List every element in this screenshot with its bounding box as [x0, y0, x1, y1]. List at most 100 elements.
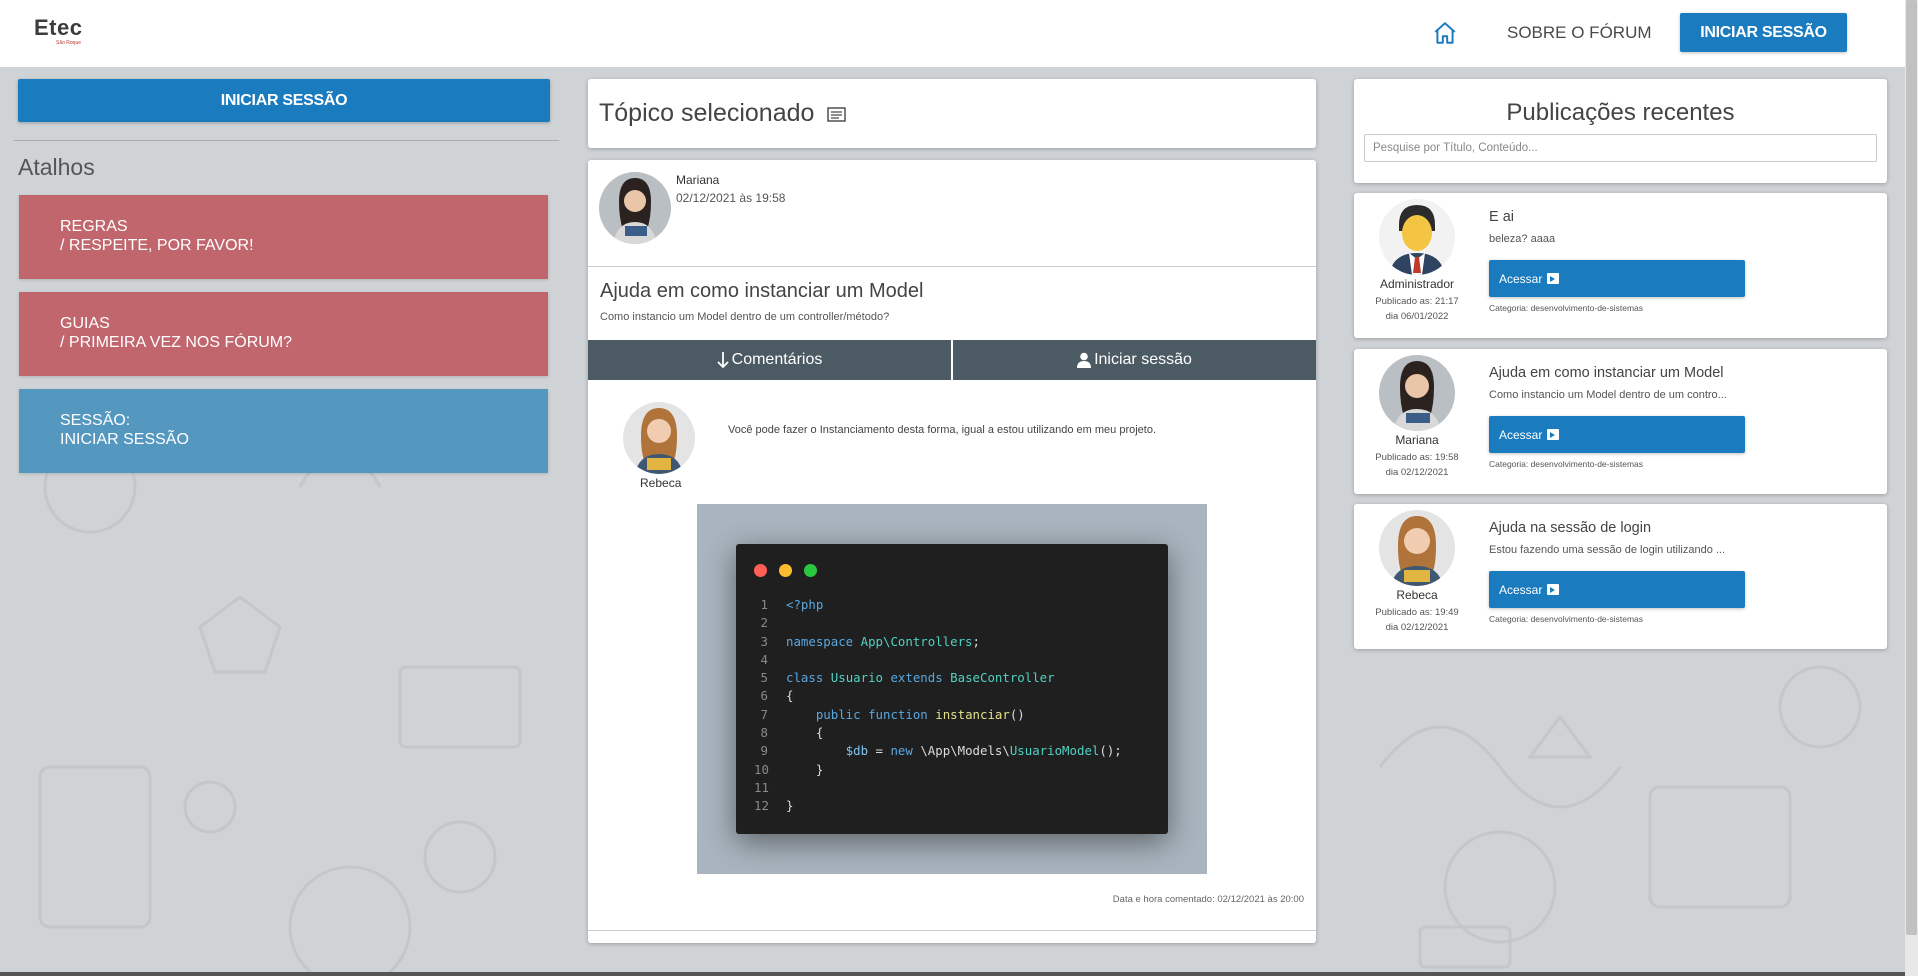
line-number: 5 — [760, 670, 768, 686]
recent-post-meta: Publicado as: 21:17 dia 06/01/2022 — [1354, 294, 1480, 324]
code-line: 11 — [754, 779, 1122, 797]
enter-icon — [1547, 584, 1560, 595]
bottom-edge — [0, 972, 1905, 976]
access-button[interactable]: Acessar — [1489, 416, 1745, 453]
recent-publications-title: Publicações recentes — [1506, 99, 1735, 126]
code-line: 10 } — [754, 761, 1122, 779]
access-button[interactable]: Acessar — [1489, 260, 1745, 297]
code-token: { — [815, 725, 824, 741]
tab-comments[interactable]: Comentários — [588, 340, 951, 380]
code-token: } — [815, 761, 824, 777]
shortcut-guides[interactable]: GUIAS / PRIMEIRA VEZ NOS FÓRUM? — [19, 292, 548, 376]
code-line: 1 <?php — [754, 596, 1122, 614]
code-line: 3 namespace App\Controllers; — [754, 633, 1122, 651]
line-number: 2 — [760, 615, 768, 631]
nav-about-forum[interactable]: SOBRE O FÓRUM — [1507, 23, 1652, 43]
selected-topic-label: Tópico selecionado — [599, 99, 815, 127]
recent-post-author: Administrador — [1379, 277, 1455, 291]
line-number: 7 — [760, 706, 768, 722]
header-login-button[interactable]: INICIAR SESSÃO — [1680, 13, 1847, 52]
code-token: App\Controllers — [860, 633, 973, 649]
line-number: 4 — [760, 651, 768, 667]
recent-post-card: Rebeca Publicado as: 19:49 dia 02/12/202… — [1354, 504, 1887, 649]
recent-post-time: Publicado as: 21:17 — [1375, 296, 1459, 307]
recent-post-description: Estou fazendo uma sessão de login utiliz… — [1489, 544, 1726, 556]
line-number: 10 — [754, 761, 769, 777]
avatar — [1379, 355, 1455, 431]
tab-comments-label: Comentários — [731, 351, 823, 368]
code-token: function — [868, 706, 928, 722]
recent-post-author: Rebeca — [1396, 588, 1438, 602]
access-button[interactable]: Acessar — [1489, 571, 1745, 608]
shortcut-rules-line1: REGRAS — [60, 218, 128, 235]
top-navbar: Etec São Roque SOBRE O FÓRUM INICIAR SES… — [0, 0, 1905, 67]
logo-text: Etec — [34, 15, 83, 40]
sidebar-login-button[interactable]: INICIAR SESSÃO — [18, 79, 550, 122]
comment-text: Você pode fazer o Instanciamento desta f… — [728, 424, 1157, 436]
avatar — [1379, 199, 1455, 275]
arrow-down-icon — [717, 352, 729, 369]
home-icon[interactable] — [1432, 20, 1458, 46]
access-button-label: Acessar — [1499, 271, 1543, 286]
rebeca-avatar-image — [623, 402, 695, 474]
code-line: 2 — [754, 614, 1122, 632]
code-line: 12} — [754, 797, 1122, 815]
recent-post-day: dia 02/12/2021 — [1385, 467, 1449, 478]
search-input[interactable] — [1364, 134, 1877, 162]
recent-post-time: Publicado as: 19:58 — [1375, 452, 1459, 463]
code-token: () — [1009, 706, 1025, 722]
code-token: UsuarioModel — [1009, 743, 1100, 759]
shortcut-guides-line1: GUIAS — [60, 315, 110, 332]
comment-author: Rebeca — [640, 476, 682, 490]
post-divider — [588, 266, 1316, 267]
recent-post-day: dia 02/12/2021 — [1385, 622, 1449, 633]
code-token: Usuario — [830, 670, 883, 686]
code-token: BaseController — [950, 670, 1055, 686]
code-token: <?php — [786, 597, 824, 612]
code-window: 1 <?php 2 3 namespace App\Controllers; 4 5… — [736, 544, 1168, 834]
recent-post-card: Administrador Publicado as: 21:17 dia 06… — [1354, 193, 1887, 338]
logo-subtext: São Roque — [56, 40, 82, 46]
code-token: ; — [972, 633, 980, 649]
selected-topic-title: Tópico selecionado — [599, 99, 847, 128]
tab-login[interactable]: Iniciar sessão — [953, 340, 1316, 380]
code-line: 7 public function instanciar() — [754, 706, 1122, 724]
avatar — [623, 402, 695, 474]
shortcut-rules[interactable]: REGRAS / RESPEITE, POR FAVOR! — [19, 195, 548, 279]
line-number: 6 — [760, 688, 768, 704]
selected-topic-card: Tópico selecionado — [588, 79, 1316, 148]
recent-post-title: Ajuda na sessão de login — [1489, 520, 1652, 536]
sidebar-divider — [14, 140, 559, 141]
rebeca-avatar-image — [1379, 510, 1455, 586]
page-scrollbar-thumb[interactable] — [1906, 0, 1917, 935]
code-line: 6{ — [754, 687, 1122, 705]
code-token: new — [890, 743, 913, 759]
recent-publications-card: Publicações recentes — [1354, 79, 1887, 183]
etec-logo[interactable]: Etec São Roque — [34, 15, 83, 47]
recent-post-time: Publicado as: 19:49 — [1375, 607, 1459, 618]
code-token: (); — [1099, 743, 1122, 759]
post-author: Mariana — [676, 173, 720, 187]
recent-post-meta: Publicado as: 19:49 dia 02/12/2021 — [1354, 605, 1480, 635]
post-tab-bar: Comentários Iniciar sessão — [588, 340, 1316, 380]
tab-login-label: Iniciar sessão — [1094, 351, 1192, 368]
enter-icon — [1547, 273, 1560, 284]
post-description: Como instancio um Model dentro de um con… — [600, 311, 890, 323]
code-token: instanciar — [935, 706, 1010, 722]
code-token: extends — [890, 670, 943, 686]
code-token: $db — [845, 743, 869, 759]
comment-date: Data e hora comentado: 02/12/2021 às 20:… — [1112, 894, 1304, 905]
line-number: 12 — [754, 798, 769, 814]
post-title: Ajuda em como instanciar um Model — [600, 280, 924, 302]
shortcut-session[interactable]: SESSÃO: INICIAR SESSÃO — [19, 389, 548, 473]
code-token: } — [786, 798, 794, 814]
code-screenshot-image: 1 <?php 2 3 namespace App\Controllers; 4 5… — [697, 504, 1207, 874]
mariana-avatar-image — [599, 172, 671, 244]
code-token: class — [786, 670, 824, 686]
recent-post-card: Mariana Publicado as: 19:58 dia 02/12/20… — [1354, 349, 1887, 494]
avatar — [1379, 510, 1455, 586]
line-number: 11 — [754, 779, 769, 795]
close-dot-icon — [754, 564, 767, 577]
code-line: 8 { — [754, 724, 1122, 742]
list-icon — [827, 107, 847, 122]
